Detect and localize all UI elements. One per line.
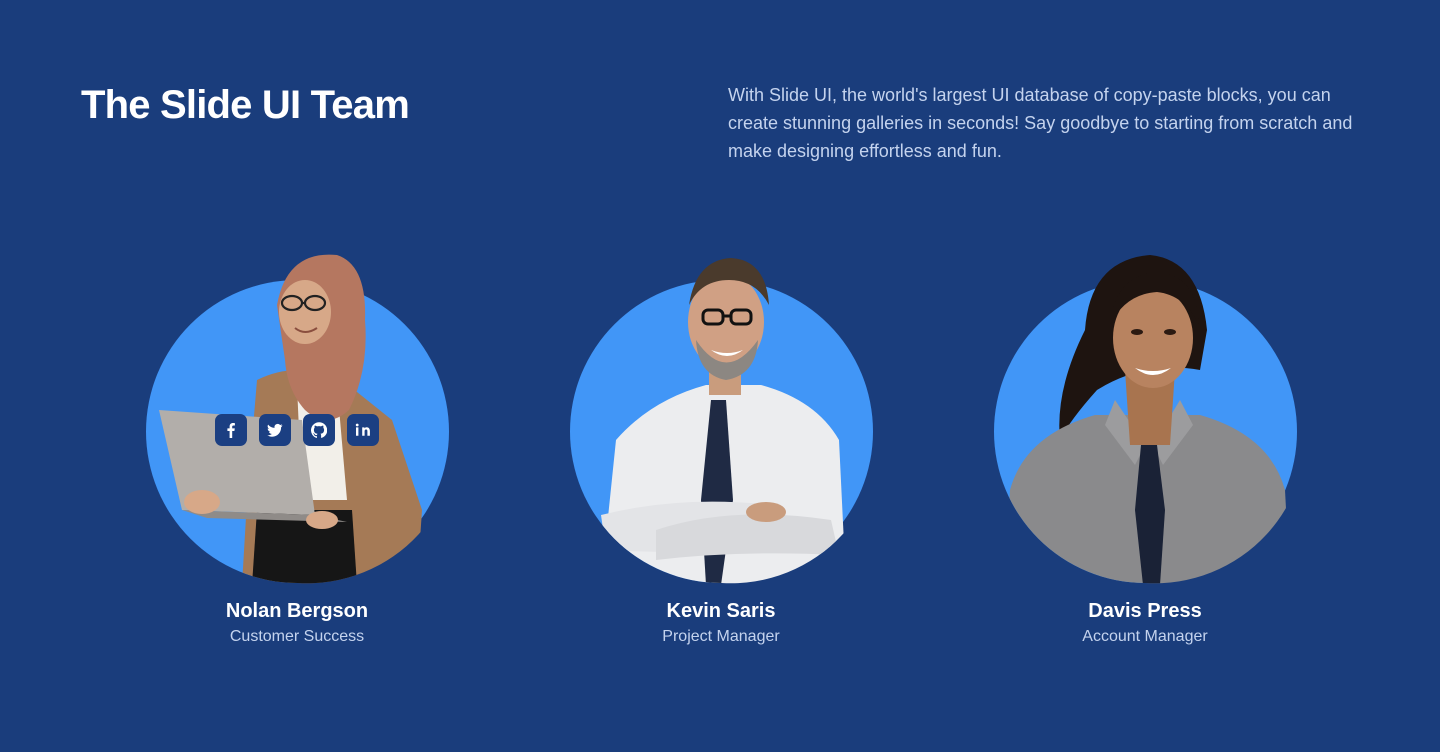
facebook-link[interactable] — [215, 414, 247, 446]
member-role: Project Manager — [662, 628, 780, 645]
github-link[interactable] — [303, 414, 335, 446]
member-role: Customer Success — [229, 628, 365, 645]
member-name: Nolan Bergson — [225, 600, 369, 622]
team-section: The Slide UI Team With Slide UI, the wor… — [0, 0, 1440, 752]
member-name: Davis Press — [1088, 600, 1202, 622]
twitter-icon — [267, 423, 283, 437]
member-photo — [985, 250, 1305, 585]
twitter-link[interactable] — [259, 414, 291, 446]
portrait-image — [1005, 255, 1290, 584]
linkedin-link[interactable] — [347, 414, 379, 446]
section-description: With Slide UI, the world's largest UI da… — [728, 85, 1353, 161]
team-member-card: Nolan Bergson Customer Success — [137, 250, 457, 660]
linkedin-icon — [355, 423, 370, 436]
section-title: The Slide UI Team — [81, 83, 410, 127]
member-photo — [137, 250, 457, 585]
github-icon — [311, 422, 327, 438]
facebook-icon — [227, 423, 235, 438]
member-role: Account Manager — [1082, 628, 1208, 645]
team-member-card: Davis Press Account Manager — [985, 250, 1305, 660]
member-photo — [561, 250, 881, 585]
member-name: Kevin Saris — [666, 600, 776, 622]
portrait-image — [601, 258, 846, 584]
social-links — [215, 414, 379, 446]
team-member-card: Kevin Saris Project Manager — [561, 250, 881, 660]
